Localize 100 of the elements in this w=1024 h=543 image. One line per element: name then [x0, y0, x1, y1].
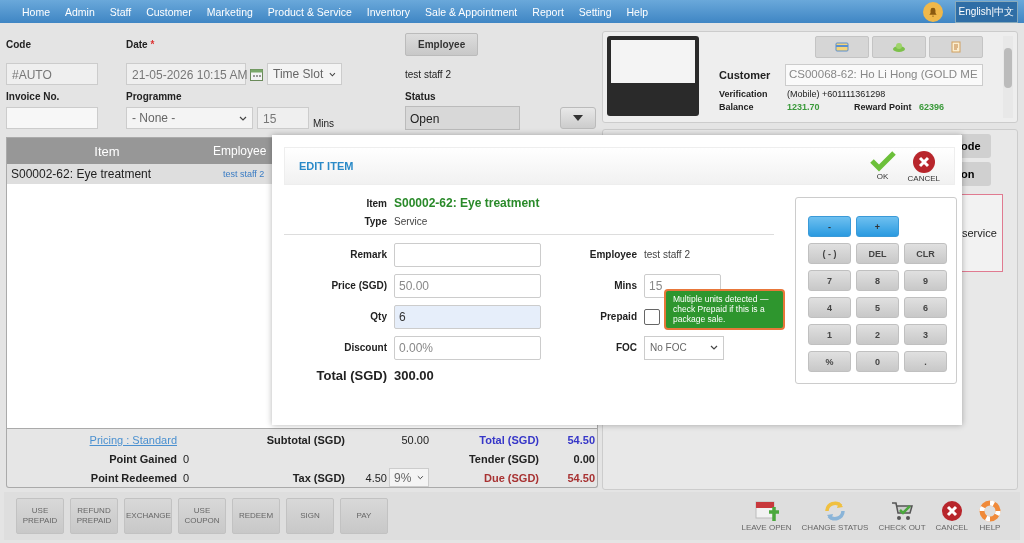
prepaid-checkbox[interactable] [644, 308, 660, 325]
keypad-key[interactable]: 8 [856, 270, 899, 291]
nav-menu-item[interactable]: Home [22, 5, 50, 18]
customer-field[interactable]: CS00068-62: Ho Li Hong (GOLD ME [785, 64, 983, 86]
total-label: Total (SGD) [315, 367, 387, 383]
toolbar-button[interactable]: CHECK OUT [878, 500, 926, 532]
employee-button[interactable]: Employee [405, 32, 479, 56]
cancel-button[interactable]: CANCEL [907, 149, 940, 183]
icon-button[interactable] [815, 36, 869, 58]
dropdown-button[interactable] [560, 107, 596, 129]
caret-icon [573, 115, 583, 121]
employee-name: test staff 2 [644, 249, 690, 260]
chevron-icon [710, 345, 718, 350]
keypad-key[interactable]: CLR [904, 243, 947, 264]
nav-menu-item[interactable]: Admin [65, 5, 95, 18]
action-button[interactable]: USE COUPON [178, 498, 226, 534]
tax-label: Tax (SGD) [291, 471, 345, 484]
keypad-key[interactable]: DEL [856, 243, 899, 264]
side-button[interactable]: ode [961, 134, 991, 158]
employee-cell: test staff 2 [223, 169, 265, 179]
keypad-key[interactable]: 9 [904, 270, 947, 291]
keypad-key[interactable]: 1 [808, 324, 851, 345]
icon-button[interactable] [872, 36, 926, 58]
calendar-icon[interactable] [250, 67, 263, 81]
keypad-key[interactable]: 6 [904, 297, 947, 318]
toolbar-button[interactable]: CANCEL [935, 500, 968, 532]
language-button[interactable]: English|中文 [954, 0, 1018, 23]
verification-label: Verification [719, 89, 769, 99]
input-field[interactable]: 6 [394, 304, 541, 329]
foc-select[interactable]: No FOC [644, 335, 724, 360]
keypad-key[interactable]: 3 [904, 324, 947, 345]
input-field[interactable]: 50.00 [394, 273, 541, 298]
toolbar-button[interactable]: HELP [978, 500, 1002, 532]
total-label: Total (SGD) [478, 433, 539, 446]
tax-rate-select[interactable]: 9% [389, 468, 429, 487]
nav-menu-item[interactable]: Product & Service [267, 5, 352, 18]
chevron-icon [329, 71, 336, 77]
total-value: 300.00 [394, 367, 434, 383]
keypad-key[interactable]: - [808, 216, 851, 237]
action-button[interactable]: PAY [340, 498, 388, 534]
keypad-key[interactable]: + [856, 216, 899, 237]
keypad-key[interactable]: % [808, 351, 851, 372]
keypad-key[interactable]: 0 [856, 351, 899, 372]
toolbar-button[interactable]: CHANGE STATUS [801, 500, 869, 532]
card-icon [835, 41, 849, 53]
nav-menu-item[interactable]: Setting [578, 5, 612, 18]
action-button[interactable]: REDEEM [232, 498, 280, 534]
action-button[interactable]: EXCHANGE [124, 498, 172, 534]
nav-menu-item[interactable]: Staff [109, 5, 132, 18]
action-button[interactable]: SIGN [286, 498, 334, 534]
tender-label: Tender (SGD) [467, 452, 539, 465]
keypad-key[interactable]: . [904, 351, 947, 372]
tax-value: 4.50 [365, 471, 387, 484]
toolbar-button[interactable]: LEAVE OPEN [741, 500, 792, 532]
input-field[interactable] [394, 242, 541, 267]
item-name: S00002-62: Eye treatment [394, 196, 540, 210]
balance-value: 1231.70 [787, 102, 821, 112]
column-header: Item [93, 143, 121, 159]
scrollbar[interactable] [1003, 36, 1013, 118]
code-field[interactable]: #AUTO [6, 63, 98, 85]
bell-icon[interactable] [922, 1, 943, 22]
field-label: Programme [126, 90, 183, 102]
date-field[interactable]: 21-05-2026 10:15 AM [126, 63, 246, 85]
chevron-icon [417, 475, 424, 480]
point-redeemed-label: Point Redeemed [89, 471, 177, 484]
invoice-field[interactable] [6, 107, 98, 129]
keypad-key[interactable]: 2 [856, 324, 899, 345]
nav-menu-item[interactable]: Help [626, 5, 649, 18]
nav-menu-item[interactable]: Marketing [206, 5, 253, 18]
keypad-key[interactable]: ( - ) [808, 243, 851, 264]
field-label: Employee [588, 249, 637, 260]
time-slot-select[interactable]: Time Slot [267, 63, 342, 85]
service-card[interactable]: service [961, 194, 1003, 272]
pricing-link[interactable]: Pricing : Standard [89, 433, 177, 446]
icon-button[interactable] [929, 36, 983, 58]
employee-name: test staff 2 [405, 69, 451, 80]
ok-button[interactable]: OK [869, 149, 896, 183]
keypad-key[interactable]: 7 [808, 270, 851, 291]
mins-field[interactable]: 15 [257, 107, 309, 129]
due-label: Due (SGD) [483, 471, 539, 484]
nav-menu-item[interactable]: Inventory [366, 5, 411, 18]
refresh-icon [823, 500, 847, 522]
keypad-key[interactable]: 4 [808, 297, 851, 318]
action-button[interactable]: USE PREPAID [16, 498, 64, 534]
programme-select[interactable]: - None - [126, 107, 253, 129]
status-select[interactable]: Open [405, 106, 520, 130]
nav-menu-item[interactable]: Customer [146, 5, 192, 18]
due-value: 54.50 [566, 471, 596, 484]
mins-label: Mins [313, 118, 335, 129]
total-value: 54.50 [566, 433, 596, 446]
side-button[interactable]: on [961, 162, 991, 186]
column-header: Employee [212, 144, 267, 158]
field-label: Price (SGD) [330, 280, 387, 291]
keypad-key[interactable]: 5 [856, 297, 899, 318]
nav-menu-item[interactable]: Sale & Appointment [425, 5, 518, 18]
nav-menu-item[interactable]: Report [532, 5, 564, 18]
action-button[interactable]: REFUND PREPAID [70, 498, 118, 534]
reward-point-value: 62396 [919, 102, 945, 112]
field-label: Discount [343, 342, 387, 353]
input-field[interactable]: 0.00% [394, 335, 541, 360]
